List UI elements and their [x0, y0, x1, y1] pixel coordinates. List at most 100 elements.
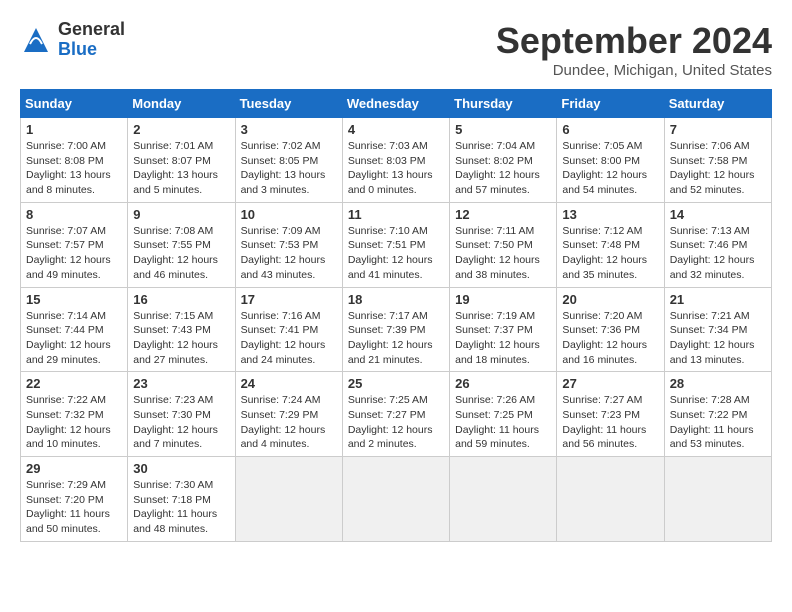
daylight-label: Daylight: 13 hours and 5 minutes. [133, 169, 218, 196]
daylight-label: Daylight: 12 hours and 2 minutes. [348, 424, 433, 451]
day-number: 23 [133, 376, 229, 391]
sunrise-label: Sunrise: 7:08 AM [133, 225, 213, 237]
day-number: 3 [241, 122, 337, 137]
sunset-label: Sunset: 8:00 PM [562, 155, 640, 167]
calendar-day-cell [342, 457, 449, 542]
sunset-label: Sunset: 7:34 PM [670, 324, 748, 336]
daylight-label: Daylight: 11 hours and 50 minutes. [26, 508, 110, 535]
day-info: Sunrise: 7:00 AM Sunset: 8:08 PM Dayligh… [26, 139, 122, 198]
calendar-day-cell: 17 Sunrise: 7:16 AM Sunset: 7:41 PM Dayl… [235, 287, 342, 372]
sunset-label: Sunset: 7:18 PM [133, 494, 211, 506]
sunrise-label: Sunrise: 7:04 AM [455, 140, 535, 152]
daylight-label: Daylight: 12 hours and 57 minutes. [455, 169, 540, 196]
sunset-label: Sunset: 7:36 PM [562, 324, 640, 336]
sunset-label: Sunset: 7:58 PM [670, 155, 748, 167]
day-info: Sunrise: 7:30 AM Sunset: 7:18 PM Dayligh… [133, 478, 229, 537]
daylight-label: Daylight: 12 hours and 43 minutes. [241, 254, 326, 281]
day-number: 27 [562, 376, 658, 391]
sunset-label: Sunset: 7:37 PM [455, 324, 533, 336]
day-info: Sunrise: 7:03 AM Sunset: 8:03 PM Dayligh… [348, 139, 444, 198]
sunset-label: Sunset: 7:30 PM [133, 409, 211, 421]
daylight-label: Daylight: 11 hours and 53 minutes. [670, 424, 754, 451]
calendar-day-cell: 2 Sunrise: 7:01 AM Sunset: 8:07 PM Dayli… [128, 118, 235, 203]
sunrise-label: Sunrise: 7:17 AM [348, 310, 428, 322]
calendar-day-cell [450, 457, 557, 542]
day-number: 10 [241, 207, 337, 222]
day-number: 6 [562, 122, 658, 137]
sunrise-label: Sunrise: 7:19 AM [455, 310, 535, 322]
sunset-label: Sunset: 7:27 PM [348, 409, 426, 421]
day-number: 7 [670, 122, 766, 137]
daylight-label: Daylight: 11 hours and 56 minutes. [562, 424, 646, 451]
calendar-header-sunday: Sunday [21, 90, 128, 118]
calendar-day-cell: 8 Sunrise: 7:07 AM Sunset: 7:57 PM Dayli… [21, 202, 128, 287]
day-info: Sunrise: 7:21 AM Sunset: 7:34 PM Dayligh… [670, 309, 766, 368]
sunrise-label: Sunrise: 7:09 AM [241, 225, 321, 237]
sunset-label: Sunset: 7:39 PM [348, 324, 426, 336]
day-info: Sunrise: 7:07 AM Sunset: 7:57 PM Dayligh… [26, 224, 122, 283]
day-info: Sunrise: 7:01 AM Sunset: 8:07 PM Dayligh… [133, 139, 229, 198]
sunrise-label: Sunrise: 7:05 AM [562, 140, 642, 152]
calendar-day-cell: 6 Sunrise: 7:05 AM Sunset: 8:00 PM Dayli… [557, 118, 664, 203]
day-info: Sunrise: 7:19 AM Sunset: 7:37 PM Dayligh… [455, 309, 551, 368]
calendar-header-friday: Friday [557, 90, 664, 118]
month-title: September 2024 [496, 20, 772, 62]
calendar-header-wednesday: Wednesday [342, 90, 449, 118]
sunset-label: Sunset: 8:08 PM [26, 155, 104, 167]
day-number: 15 [26, 292, 122, 307]
calendar-day-cell: 4 Sunrise: 7:03 AM Sunset: 8:03 PM Dayli… [342, 118, 449, 203]
sunset-label: Sunset: 7:25 PM [455, 409, 533, 421]
calendar-day-cell: 22 Sunrise: 7:22 AM Sunset: 7:32 PM Dayl… [21, 372, 128, 457]
day-number: 9 [133, 207, 229, 222]
sunset-label: Sunset: 8:05 PM [241, 155, 319, 167]
calendar-week-row: 8 Sunrise: 7:07 AM Sunset: 7:57 PM Dayli… [21, 202, 772, 287]
page-header: General Blue September 2024 Dundee, Mich… [20, 20, 772, 79]
day-number: 25 [348, 376, 444, 391]
calendar-day-cell: 3 Sunrise: 7:02 AM Sunset: 8:05 PM Dayli… [235, 118, 342, 203]
day-number: 17 [241, 292, 337, 307]
sunset-label: Sunset: 7:29 PM [241, 409, 319, 421]
logo-text: General Blue [58, 20, 125, 60]
daylight-label: Daylight: 12 hours and 52 minutes. [670, 169, 755, 196]
day-info: Sunrise: 7:28 AM Sunset: 7:22 PM Dayligh… [670, 393, 766, 452]
sunset-label: Sunset: 7:53 PM [241, 239, 319, 251]
sunrise-label: Sunrise: 7:27 AM [562, 394, 642, 406]
day-number: 20 [562, 292, 658, 307]
daylight-label: Daylight: 12 hours and 32 minutes. [670, 254, 755, 281]
daylight-label: Daylight: 12 hours and 21 minutes. [348, 339, 433, 366]
day-info: Sunrise: 7:15 AM Sunset: 7:43 PM Dayligh… [133, 309, 229, 368]
day-info: Sunrise: 7:06 AM Sunset: 7:58 PM Dayligh… [670, 139, 766, 198]
sunrise-label: Sunrise: 7:15 AM [133, 310, 213, 322]
calendar-day-cell: 30 Sunrise: 7:30 AM Sunset: 7:18 PM Dayl… [128, 457, 235, 542]
day-number: 14 [670, 207, 766, 222]
logo: General Blue [20, 20, 125, 60]
calendar-day-cell: 9 Sunrise: 7:08 AM Sunset: 7:55 PM Dayli… [128, 202, 235, 287]
sunrise-label: Sunrise: 7:11 AM [455, 225, 534, 237]
daylight-label: Daylight: 12 hours and 38 minutes. [455, 254, 540, 281]
calendar-header-thursday: Thursday [450, 90, 557, 118]
daylight-label: Daylight: 12 hours and 27 minutes. [133, 339, 218, 366]
sunset-label: Sunset: 7:55 PM [133, 239, 211, 251]
sunset-label: Sunset: 7:41 PM [241, 324, 319, 336]
sunrise-label: Sunrise: 7:10 AM [348, 225, 428, 237]
calendar-day-cell: 25 Sunrise: 7:25 AM Sunset: 7:27 PM Dayl… [342, 372, 449, 457]
day-number: 26 [455, 376, 551, 391]
day-info: Sunrise: 7:22 AM Sunset: 7:32 PM Dayligh… [26, 393, 122, 452]
day-number: 4 [348, 122, 444, 137]
sunrise-label: Sunrise: 7:03 AM [348, 140, 428, 152]
day-info: Sunrise: 7:11 AM Sunset: 7:50 PM Dayligh… [455, 224, 551, 283]
sunset-label: Sunset: 8:02 PM [455, 155, 533, 167]
sunrise-label: Sunrise: 7:06 AM [670, 140, 750, 152]
location: Dundee, Michigan, United States [496, 62, 772, 79]
day-number: 24 [241, 376, 337, 391]
day-info: Sunrise: 7:04 AM Sunset: 8:02 PM Dayligh… [455, 139, 551, 198]
calendar-day-cell: 24 Sunrise: 7:24 AM Sunset: 7:29 PM Dayl… [235, 372, 342, 457]
calendar-day-cell [235, 457, 342, 542]
calendar-day-cell: 1 Sunrise: 7:00 AM Sunset: 8:08 PM Dayli… [21, 118, 128, 203]
calendar-day-cell: 18 Sunrise: 7:17 AM Sunset: 7:39 PM Dayl… [342, 287, 449, 372]
calendar-day-cell: 29 Sunrise: 7:29 AM Sunset: 7:20 PM Dayl… [21, 457, 128, 542]
day-number: 13 [562, 207, 658, 222]
day-info: Sunrise: 7:20 AM Sunset: 7:36 PM Dayligh… [562, 309, 658, 368]
daylight-label: Daylight: 12 hours and 29 minutes. [26, 339, 111, 366]
sunrise-label: Sunrise: 7:30 AM [133, 479, 213, 491]
